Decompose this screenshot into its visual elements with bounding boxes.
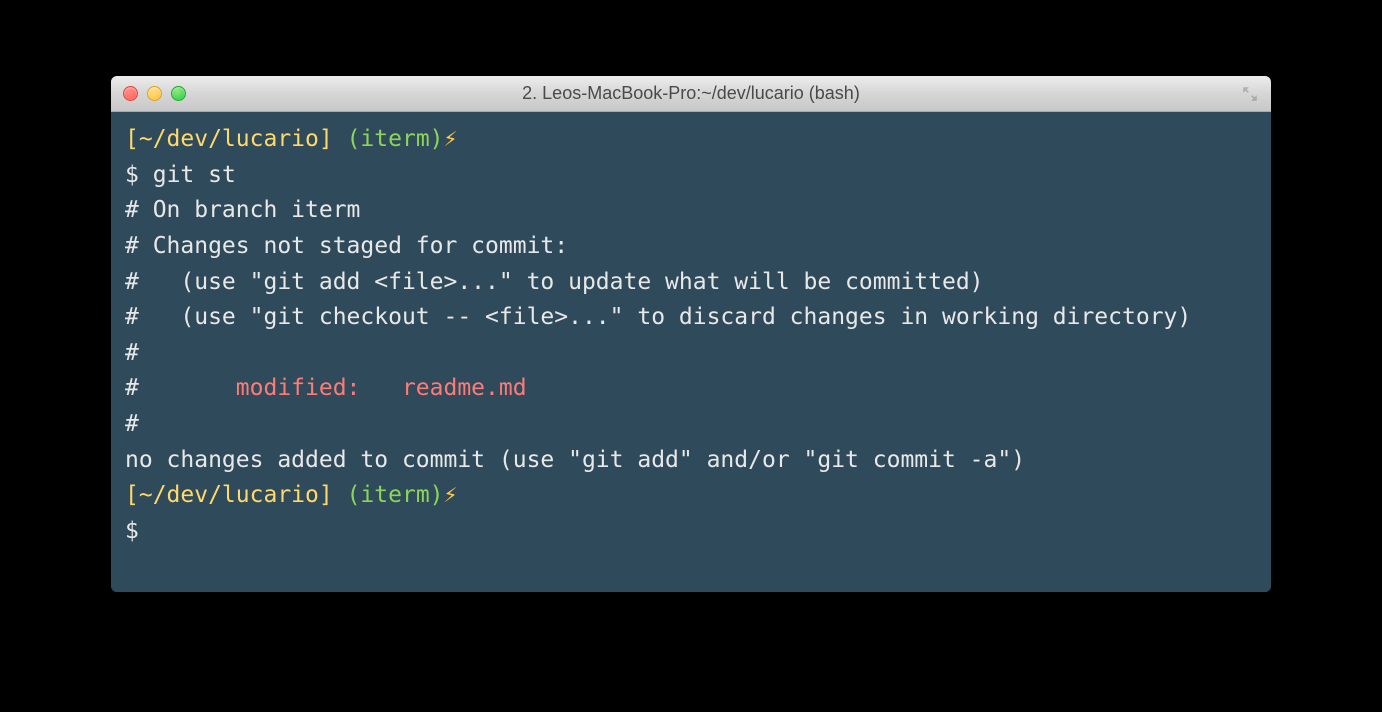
prompt-branch: (iterm)	[347, 126, 444, 152]
terminal-content[interactable]: [~/dev/lucario] (iterm)⚡$ git st# On bra…	[111, 112, 1271, 592]
prompt-line: [~/dev/lucario] (iterm)⚡	[125, 478, 1257, 514]
prompt-branch: (iterm)	[347, 482, 444, 508]
window-title: 2. Leos-MacBook-Pro:~/dev/lucario (bash)	[111, 83, 1271, 104]
output-line: #	[125, 336, 1257, 372]
output-line: no changes added to commit (use "git add…	[125, 443, 1257, 479]
expand-icon[interactable]	[1241, 85, 1259, 103]
minimize-icon[interactable]	[147, 86, 162, 101]
prompt-symbol: $	[125, 514, 1257, 550]
prompt-path: [~/dev/lucario]	[125, 126, 333, 152]
maximize-icon[interactable]	[171, 86, 186, 101]
terminal-window: 2. Leos-MacBook-Pro:~/dev/lucario (bash)…	[111, 76, 1271, 592]
prompt-line: [~/dev/lucario] (iterm)⚡	[125, 122, 1257, 158]
command-text: git st	[153, 162, 236, 188]
output-line: # (use "git checkout -- <file>..." to di…	[125, 300, 1257, 336]
traffic-lights	[123, 86, 186, 101]
close-icon[interactable]	[123, 86, 138, 101]
prompt-path: [~/dev/lucario]	[125, 482, 333, 508]
output-line: #	[125, 407, 1257, 443]
command-line: $ git st	[125, 158, 1257, 194]
output-line: # Changes not staged for commit:	[125, 229, 1257, 265]
bolt-icon: ⚡	[444, 126, 458, 152]
bolt-icon: ⚡	[444, 482, 458, 508]
output-line: # modified: readme.md	[125, 371, 1257, 407]
modified-file: modified: readme.md	[236, 375, 527, 401]
prompt-symbol: $	[125, 162, 139, 188]
titlebar[interactable]: 2. Leos-MacBook-Pro:~/dev/lucario (bash)	[111, 76, 1271, 112]
output-line: # (use "git add <file>..." to update wha…	[125, 265, 1257, 301]
output-line: # On branch iterm	[125, 193, 1257, 229]
output-prefix: #	[125, 375, 236, 401]
